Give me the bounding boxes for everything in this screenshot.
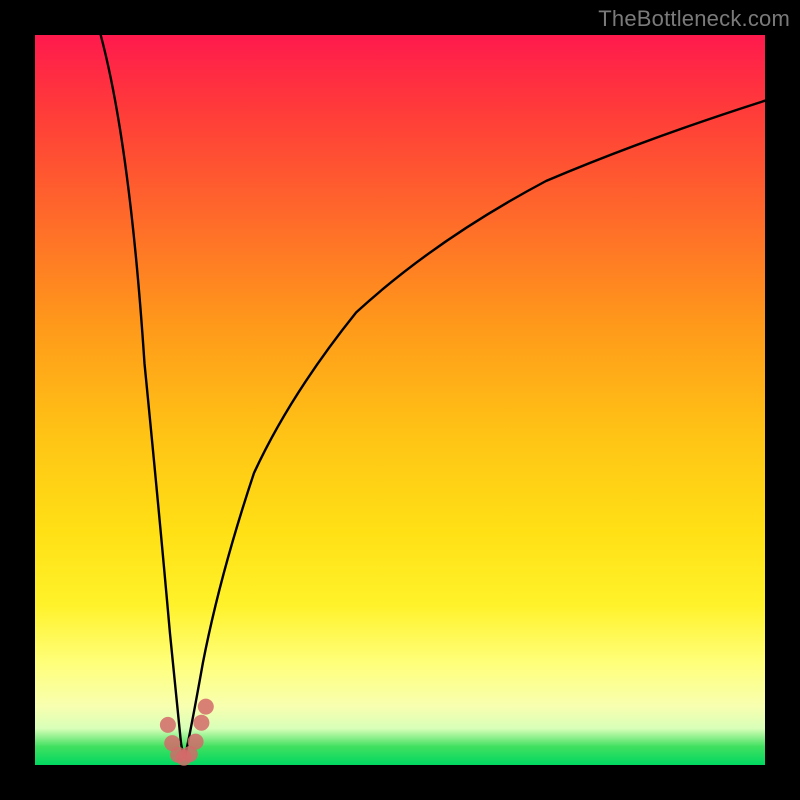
watermark-text: TheBottleneck.com <box>598 6 790 32</box>
curve-right-branch <box>185 101 765 758</box>
plot-area <box>35 35 765 765</box>
minimum-marker-cluster <box>160 699 214 766</box>
bottleneck-curve <box>35 35 765 765</box>
curve-left-branch <box>101 35 185 758</box>
chart-frame: TheBottleneck.com <box>0 0 800 800</box>
